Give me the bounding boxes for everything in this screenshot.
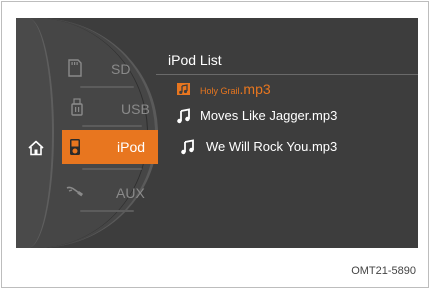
- music-note-icon: [181, 139, 194, 155]
- source-label-aux: AUX: [116, 185, 145, 201]
- ipod-icon: [70, 139, 80, 155]
- figure-caption: OMT21-5890: [351, 265, 416, 277]
- source-item-sd[interactable]: SD: [60, 48, 160, 88]
- track-name: Moves Like Jagger.mp3: [200, 108, 338, 123]
- head-unit-screen: SD USB iPod AUX iPod List Holy Grail.mp3…: [16, 18, 418, 248]
- source-item-usb[interactable]: USB: [60, 88, 160, 128]
- music-note-icon: [177, 108, 190, 124]
- track-item[interactable]: We Will Rock You.mp3: [176, 137, 416, 159]
- source-item-ipod[interactable]: iPod: [62, 130, 158, 164]
- list-title-divider: [156, 74, 418, 75]
- track-name: Holy Grail.mp3: [200, 81, 271, 97]
- source-label-usb: USB: [121, 101, 150, 117]
- usb-icon: [71, 98, 83, 116]
- aux-cable-icon: [66, 186, 84, 197]
- music-folder-icon: [177, 83, 190, 95]
- track-item[interactable]: Moves Like Jagger.mp3: [176, 106, 416, 128]
- home-icon[interactable]: [27, 139, 45, 157]
- figure-frame: SD USB iPod AUX iPod List Holy Grail.mp3…: [1, 1, 429, 288]
- track-item[interactable]: Holy Grail.mp3: [176, 79, 416, 101]
- sd-card-icon: [68, 59, 82, 77]
- track-name: We Will Rock You.mp3: [206, 139, 338, 154]
- source-label-ipod: iPod: [117, 139, 146, 155]
- list-title: iPod List: [168, 52, 222, 68]
- source-label-sd: SD: [111, 61, 131, 77]
- source-item-aux[interactable]: AUX: [60, 171, 160, 211]
